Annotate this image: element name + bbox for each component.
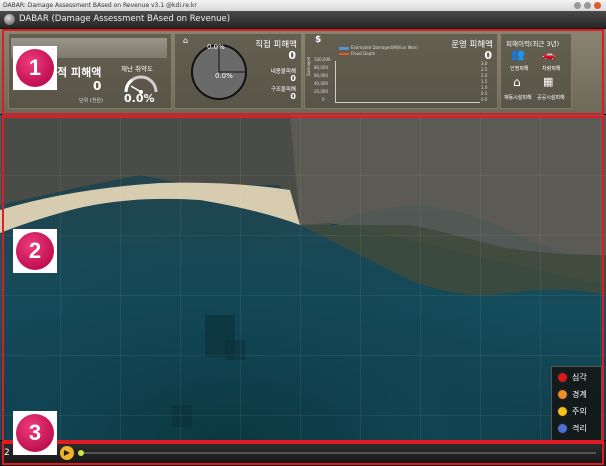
y-tick: 0 (322, 97, 325, 102)
legend-label: 주의 (572, 407, 587, 416)
y2-tick-labels: 3.0 2.5 2.0 1.5 1.0 0.5 0.0 (481, 61, 495, 105)
pie-top-label: 0.0% (207, 43, 225, 51)
y-tick: 40,000 (314, 81, 328, 86)
legend-swatch-damage (339, 47, 349, 50)
contents-damage-value: 0 (290, 74, 296, 83)
vehicle-label: 차량피해 (542, 66, 561, 72)
direct-damage-panel: ⌂ 0.0% 0.0% 직접 피해액 0 내용물피해 0 구조물피해 0 (174, 33, 302, 109)
caution-dot-icon (557, 406, 568, 417)
satellite-map[interactable] (0, 115, 606, 440)
legend-item: 경계 (557, 387, 601, 402)
legend-item: 심각 (557, 370, 601, 385)
y2-tick: 2.0 (481, 73, 488, 78)
annotation-badge: 2 (13, 229, 57, 273)
vulnerability-gauge-icon (124, 75, 158, 94)
y2-tick: 0.5 (481, 91, 488, 96)
pie-center-label: 0.0% (215, 72, 233, 80)
annotation-badge: 3 (13, 411, 57, 455)
y2-tick: 3.0 (481, 61, 488, 66)
y-tick: 20,000 (314, 89, 328, 94)
timeline-track[interactable] (80, 452, 596, 454)
damage-history-title: 피해이력(최근 3년) (506, 40, 560, 48)
casualty-label: 인명피해 (510, 66, 529, 72)
warning-dot-icon (557, 389, 568, 400)
close-button[interactable] (594, 2, 601, 9)
total-damage-value: 0 (93, 79, 102, 93)
y2-tick: 0.0 (481, 97, 488, 102)
public-facility-label: 공공시설피해 (537, 95, 565, 101)
legend-item: 주의 (557, 404, 601, 419)
house-icon[interactable]: ⌂ (513, 75, 521, 89)
annotation-badge: 1 (13, 46, 57, 90)
map-grid (0, 115, 606, 440)
y2-tick: 1.0 (481, 85, 488, 90)
timeline-label: 2 (4, 448, 10, 458)
risk-legend: 심각 경계 주의 격리 (551, 366, 602, 441)
y2-tick: 2.5 (481, 67, 488, 72)
legend-damage-label: Estimated Damaged(Million Won) (351, 45, 418, 50)
y-tick: 60,000 (314, 73, 328, 78)
home-icon: ⌂ (183, 36, 189, 45)
legend-depth-label: Flood Depth (351, 51, 376, 56)
minimize-button[interactable] (574, 2, 581, 9)
y-tick: 100,000 (314, 57, 331, 62)
critical-dot-icon (557, 372, 568, 383)
y-tick: 80,000 (314, 65, 328, 70)
vulnerability-value: 0.0% (124, 92, 155, 105)
annotation-number: 1 (16, 49, 54, 87)
property-label: 재동시설피해 (504, 95, 532, 101)
maximize-button[interactable] (584, 2, 591, 9)
play-button[interactable]: ▶ (60, 446, 74, 460)
legend-item: 격리 (557, 421, 601, 436)
total-damage-title: 적 피해액 (57, 66, 102, 79)
legend-swatch-depth (339, 53, 349, 55)
annotation-number: 2 (16, 232, 54, 270)
y-tick-labels: 100,000 80,000 60,000 40,000 20,000 0 (314, 57, 334, 103)
unit-label: 단위 (천원) (79, 98, 103, 104)
car-icon[interactable]: 🚗 (542, 48, 556, 61)
damage-history-panel: 피해이력(최근 3년) 👥 인명피해 🚗 차량피해 ⌂ 재동시설피해 ▦ 공공시… (500, 33, 572, 109)
people-icon[interactable]: 👥 (511, 48, 525, 61)
window-title: DABAR: Damage Assessment BAsed on Revenu… (3, 2, 197, 9)
legend-label: 심각 (572, 373, 587, 382)
isolation-dot-icon (557, 423, 568, 434)
app-header: DABAR (Damage Assessment BAsed on Revenu… (0, 11, 606, 29)
timeline-handle[interactable] (78, 450, 84, 456)
chart-y-label: Damaged (306, 56, 311, 76)
building-icon[interactable]: ▦ (543, 75, 553, 88)
annotation-number: 3 (16, 414, 54, 452)
app-logo-icon (4, 14, 15, 25)
structure-damage-value: 0 (290, 92, 296, 101)
y2-tick: 1.5 (481, 79, 488, 84)
legend-label: 격리 (572, 424, 587, 433)
chart-plot-area (335, 61, 480, 103)
timeline-bar: 2 ▶ (0, 441, 606, 466)
operating-damage-panel: $ 운영 피해액 0 Damaged Estimated Damaged(Mil… (304, 33, 498, 109)
dollar-icon: $ (315, 35, 322, 45)
direct-damage-value: 0 (288, 49, 296, 62)
app-title: DABAR (Damage Assessment BAsed on Revenu… (19, 14, 231, 24)
legend-label: 경계 (572, 390, 587, 399)
